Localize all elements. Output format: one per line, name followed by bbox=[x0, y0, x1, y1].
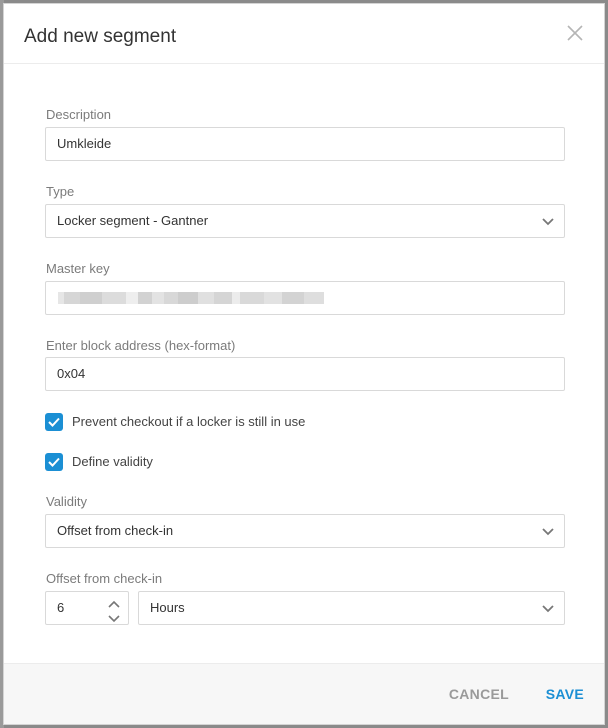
block-address-input[interactable]: 0x04 bbox=[45, 357, 565, 391]
dialog-title: Add new segment bbox=[24, 26, 177, 47]
block-address-label: Enter block address (hex-format) bbox=[46, 338, 236, 353]
chevron-up-icon[interactable] bbox=[108, 597, 120, 608]
define-validity-checkbox-row[interactable]: Define validity bbox=[45, 453, 195, 471]
prevent-checkout-checkbox-row[interactable]: Prevent checkout if a locker is still in… bbox=[45, 413, 345, 431]
validity-select-value: Offset from check-in bbox=[57, 523, 174, 538]
master-key-input[interactable] bbox=[45, 281, 565, 315]
close-icon bbox=[567, 25, 583, 41]
offset-stepper[interactable]: 6 bbox=[45, 591, 129, 625]
prevent-checkout-label: Prevent checkout if a locker is still in… bbox=[72, 414, 306, 429]
define-validity-checkbox[interactable] bbox=[45, 453, 63, 471]
checkmark-icon bbox=[48, 457, 60, 467]
chevron-down-icon bbox=[542, 526, 554, 536]
define-validity-label: Define validity bbox=[72, 454, 153, 469]
dialog-header: Add new segment bbox=[4, 4, 604, 64]
prevent-checkout-checkbox[interactable] bbox=[45, 413, 63, 431]
type-select[interactable]: Locker segment - Gantner bbox=[45, 204, 565, 238]
validity-label: Validity bbox=[46, 494, 87, 509]
cancel-button[interactable]: CANCEL bbox=[449, 686, 509, 702]
chevron-down-icon bbox=[542, 603, 554, 613]
add-segment-dialog: Add new segment Description Umkleide Typ… bbox=[3, 3, 605, 725]
chevron-down-icon bbox=[542, 216, 554, 226]
type-select-value: Locker segment - Gantner bbox=[57, 213, 209, 228]
validity-select[interactable]: Offset from check-in bbox=[45, 514, 565, 548]
masked-master-key bbox=[58, 292, 324, 304]
type-label: Type bbox=[46, 184, 75, 199]
description-label: Description bbox=[46, 107, 112, 122]
master-key-label: Master key bbox=[46, 261, 110, 276]
offset-unit-select[interactable]: Hours bbox=[138, 591, 565, 625]
close-button[interactable] bbox=[566, 24, 584, 42]
save-button[interactable]: SAVE bbox=[546, 686, 584, 702]
dialog-footer: CANCEL SAVE bbox=[4, 663, 604, 724]
offset-label: Offset from check-in bbox=[46, 571, 163, 586]
offset-unit-value: Hours bbox=[150, 600, 185, 615]
chevron-down-icon[interactable] bbox=[108, 610, 120, 623]
offset-value: 6 bbox=[57, 600, 65, 615]
checkmark-icon bbox=[48, 417, 60, 427]
description-input[interactable]: Umkleide bbox=[45, 127, 565, 161]
